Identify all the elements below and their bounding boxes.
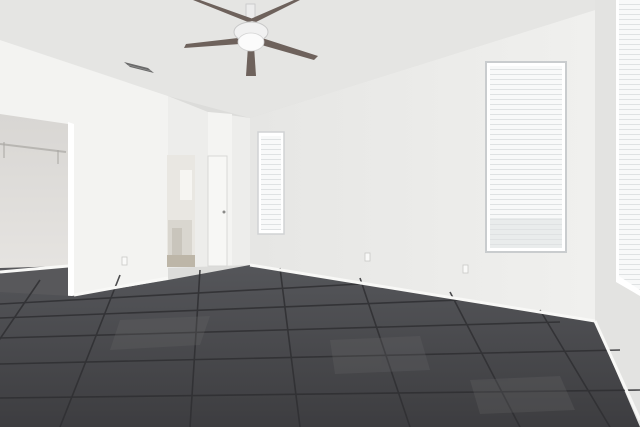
bathroom-doorway: [167, 155, 195, 267]
door-icon: [207, 155, 228, 267]
window-right: [616, 0, 640, 296]
window-icon: [257, 131, 285, 235]
window-large: [485, 61, 567, 253]
bedroom-photo: [0, 0, 640, 427]
